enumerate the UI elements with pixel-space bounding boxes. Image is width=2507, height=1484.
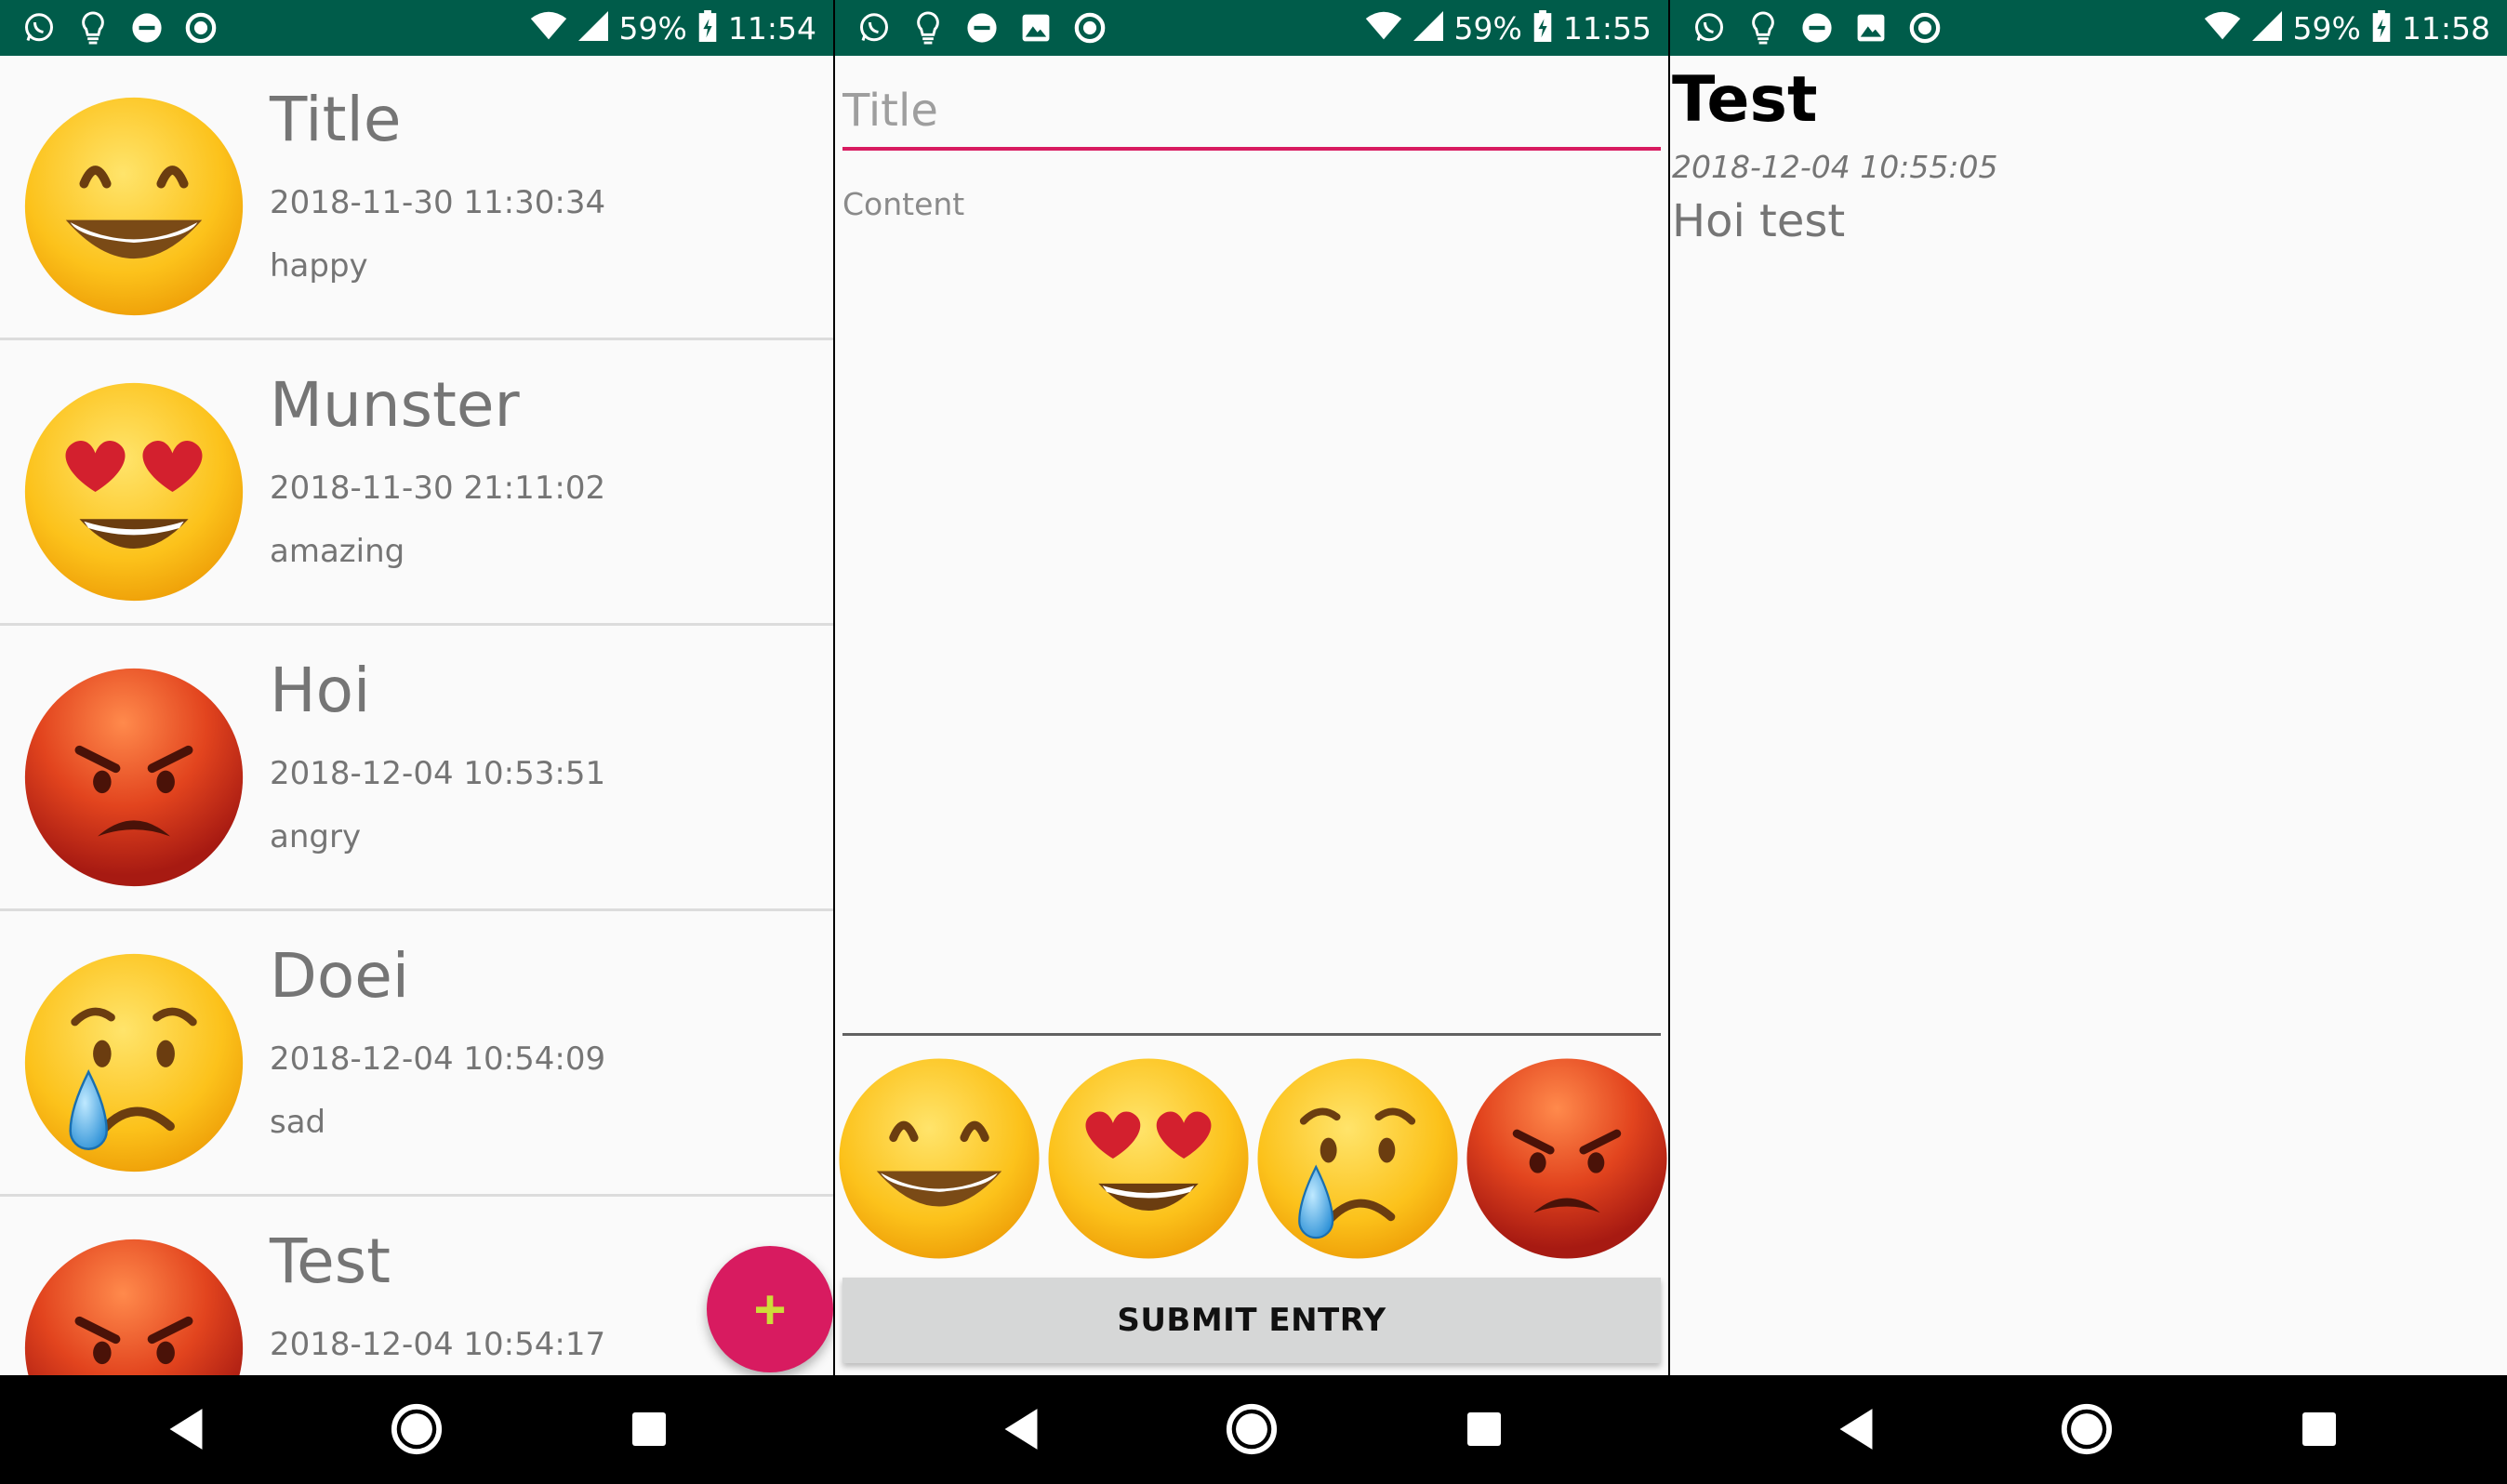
entry-title: Doei bbox=[270, 940, 410, 1012]
battery-charging-icon bbox=[698, 9, 717, 46]
battery-percent: 59% bbox=[2292, 9, 2361, 46]
home-icon[interactable] bbox=[1224, 1401, 1280, 1457]
do-not-disturb-icon bbox=[963, 9, 1001, 46]
signal-icon bbox=[1413, 10, 1443, 46]
entry-title: Test bbox=[1672, 63, 1818, 137]
wifi-icon bbox=[1365, 11, 1402, 46]
heart-eyes-emoji-icon bbox=[20, 378, 247, 605]
back-icon[interactable] bbox=[158, 1401, 214, 1457]
clock: 11:54 bbox=[727, 9, 816, 46]
entry-title: Title bbox=[270, 84, 402, 155]
entry-title: Hoi bbox=[270, 655, 371, 726]
whatsapp-icon bbox=[856, 9, 893, 46]
entry-date: 2018-11-30 11:30:34 bbox=[270, 184, 606, 221]
entries-list: Title 2018-11-30 11:30:34 happy Munster … bbox=[0, 56, 833, 1375]
entry-date: 2018-12-04 10:55:05 bbox=[1672, 149, 1998, 185]
entry-date: 2018-11-30 21:11:02 bbox=[270, 470, 606, 507]
entry-date: 2018-12-04 10:54:17 bbox=[270, 1326, 606, 1363]
entry-date: 2018-12-04 10:53:51 bbox=[270, 755, 606, 792]
battery-charging-icon bbox=[1533, 9, 1552, 46]
whatsapp-icon bbox=[20, 9, 58, 46]
battery-percent: 59% bbox=[1453, 9, 1522, 46]
happy-emoji-icon bbox=[20, 93, 247, 320]
clock: 11:55 bbox=[1562, 9, 1651, 46]
navigation-bar bbox=[1670, 1375, 2507, 1484]
home-icon[interactable] bbox=[389, 1401, 444, 1457]
entry-title: Munster bbox=[270, 369, 520, 441]
content-input[interactable] bbox=[842, 186, 1661, 1036]
entry-detail-screen: 59% 11:58 Test 2018-12-04 10:55:05 Hoi t… bbox=[1670, 0, 2507, 1484]
do-not-disturb-icon bbox=[1798, 9, 1836, 46]
do-not-disturb-icon bbox=[128, 9, 166, 46]
entry-mood: angry bbox=[270, 818, 362, 855]
recents-icon[interactable] bbox=[2291, 1401, 2347, 1457]
status-bar: 59% 11:54 bbox=[0, 0, 833, 56]
lightbulb-icon bbox=[1744, 9, 1782, 46]
back-icon[interactable] bbox=[1828, 1401, 1884, 1457]
wifi-icon bbox=[2204, 11, 2241, 46]
clock: 11:58 bbox=[2401, 9, 2490, 46]
list-item[interactable]: Title 2018-11-30 11:30:34 happy bbox=[0, 56, 833, 340]
sad-emoji-icon bbox=[20, 949, 247, 1176]
entry-mood: amazing bbox=[270, 533, 405, 570]
new-entry-screen: 59% 11:55 SUBMIT ENTRY bbox=[835, 0, 1668, 1484]
image-icon bbox=[1852, 9, 1890, 46]
title-input[interactable] bbox=[842, 74, 1661, 151]
plus-icon: + bbox=[753, 1278, 787, 1341]
entries-list-screen: 59% 11:54 Title 2018-11-30 11:30:34 happ… bbox=[0, 0, 833, 1484]
whatsapp-icon bbox=[1691, 9, 1728, 46]
back-icon[interactable] bbox=[993, 1401, 1049, 1457]
entry-content: Hoi test bbox=[1672, 195, 1846, 247]
list-item[interactable]: Test 2018-12-04 10:54:17 angry bbox=[0, 1198, 833, 1375]
mood-picker bbox=[835, 1054, 1668, 1263]
recents-icon[interactable] bbox=[1456, 1401, 1512, 1457]
angry-emoji-icon bbox=[20, 1235, 247, 1375]
recents-icon[interactable] bbox=[621, 1401, 677, 1457]
add-entry-button[interactable]: + bbox=[707, 1246, 833, 1372]
home-icon[interactable] bbox=[2059, 1401, 2115, 1457]
battery-percent: 59% bbox=[618, 9, 687, 46]
navigation-bar bbox=[835, 1375, 1668, 1484]
angry-emoji-icon[interactable] bbox=[1463, 1054, 1668, 1263]
list-item[interactable]: Doei 2018-12-04 10:54:09 sad bbox=[0, 912, 833, 1197]
list-item[interactable]: Hoi 2018-12-04 10:53:51 angry bbox=[0, 627, 833, 911]
submit-entry-button[interactable]: SUBMIT ENTRY bbox=[842, 1278, 1661, 1363]
entry-mood: happy bbox=[270, 247, 368, 285]
heart-eyes-emoji-icon[interactable] bbox=[1044, 1054, 1253, 1263]
happy-emoji-icon[interactable] bbox=[835, 1054, 1043, 1263]
status-bar: 59% 11:58 bbox=[1670, 0, 2507, 56]
lightbulb-icon bbox=[909, 9, 947, 46]
sad-emoji-icon[interactable] bbox=[1254, 1054, 1462, 1263]
circle-app-icon bbox=[182, 9, 219, 46]
circle-app-icon bbox=[1071, 9, 1108, 46]
list-item[interactable]: Munster 2018-11-30 21:11:02 amazing bbox=[0, 341, 833, 626]
angry-emoji-icon bbox=[20, 664, 247, 891]
navigation-bar bbox=[0, 1375, 833, 1484]
lightbulb-icon bbox=[74, 9, 112, 46]
signal-icon bbox=[577, 10, 608, 46]
battery-charging-icon bbox=[2372, 9, 2391, 46]
image-icon bbox=[1017, 9, 1055, 46]
circle-app-icon bbox=[1906, 9, 1943, 46]
entry-title: Test bbox=[270, 1226, 391, 1297]
wifi-icon bbox=[530, 11, 567, 46]
signal-icon bbox=[2251, 10, 2282, 46]
status-bar: 59% 11:55 bbox=[835, 0, 1668, 56]
entry-date: 2018-12-04 10:54:09 bbox=[270, 1040, 606, 1078]
entry-mood: sad bbox=[270, 1104, 326, 1141]
